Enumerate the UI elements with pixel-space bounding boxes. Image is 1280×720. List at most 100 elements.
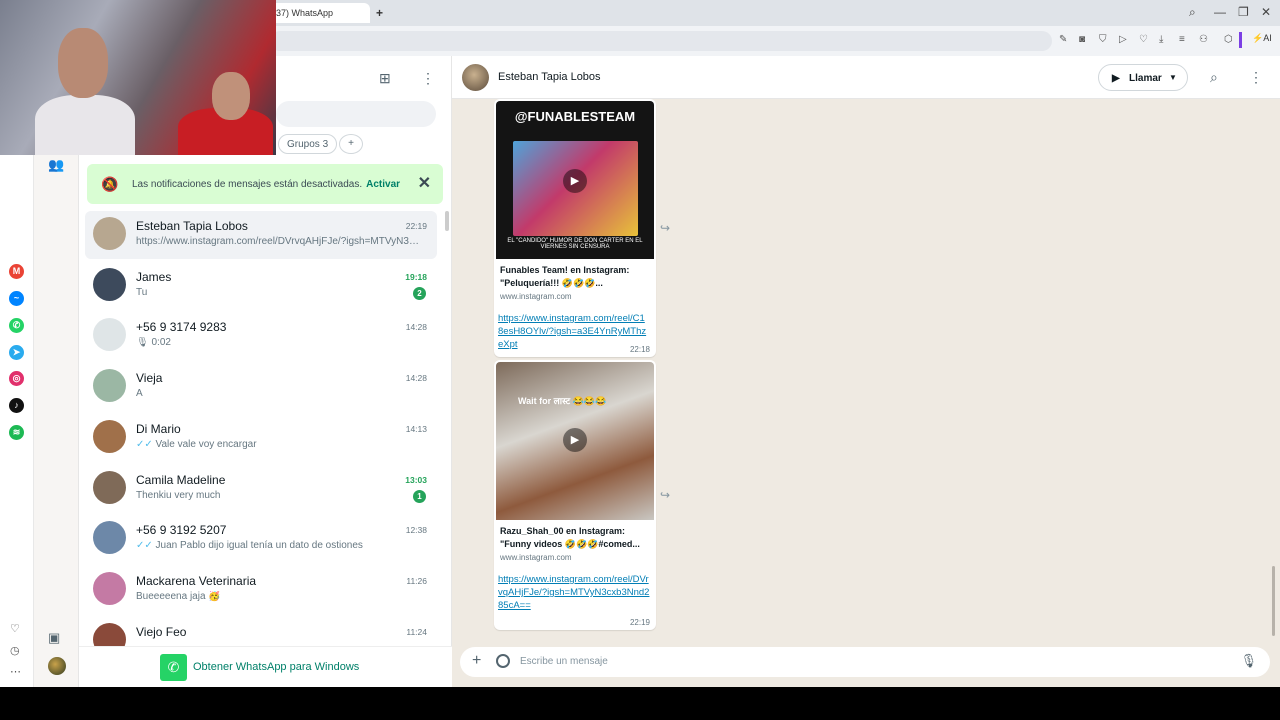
chat-preview: Thenkiu very much (136, 490, 422, 501)
chat-time: 13:03 (405, 474, 427, 485)
chat-avatar[interactable] (93, 267, 126, 301)
chat-avatar[interactable] (93, 318, 126, 352)
new-tab-button[interactable]: + (376, 6, 383, 20)
menu-list-icon[interactable]: ≡ (1179, 34, 1185, 45)
activate-link[interactable]: Activar (366, 179, 400, 190)
telegram-icon[interactable]: ➤ (9, 345, 24, 360)
microphone-icon[interactable]: 🎙 (1240, 653, 1257, 669)
emoji-icon[interactable] (496, 654, 510, 668)
forward-icon[interactable]: ↪ (660, 221, 670, 235)
conversation-header[interactable]: Esteban Tapia Lobos ▶ Llamar ▼ ⌕ ⋮ (452, 56, 1280, 99)
profile-icon[interactable]: ⚇ (1199, 34, 1208, 45)
play-icon[interactable]: ▶ (563, 169, 587, 193)
play-icon[interactable]: ▷ (1119, 34, 1127, 45)
thumbnail-caption: Wait for लास्ट 😂😂😂 (518, 396, 607, 406)
screen: 37) WhatsApp + ⌕ — ❐ ✕ ✎ ◙ ⛉ ▷ ♡ ⤓ ≡ ⚇ ⬡… (0, 0, 1280, 720)
chat-avatar[interactable] (93, 521, 126, 555)
conversation-panel: Esteban Tapia Lobos ▶ Llamar ▼ ⌕ ⋮ @FUNA… (452, 56, 1280, 687)
search-icon[interactable]: ⌕ (1210, 69, 1218, 86)
forward-icon[interactable]: ↪ (660, 488, 670, 502)
spotify-icon[interactable]: ≋ (9, 425, 24, 440)
chat-preview-text: Vale vale voy encargar (155, 438, 257, 450)
person-right-face (212, 72, 250, 120)
video-thumbnail[interactable]: @FUNABLESTEAM ▶ EL "CANDIDO" HUMOR DE DO… (496, 101, 654, 259)
link-preview-title[interactable]: Funables Team! en Instagram: "Peluquería… (500, 264, 650, 290)
link-preview-title[interactable]: Razu_Shah_00 en Instagram: "Funny videos… (500, 525, 650, 551)
messenger-icon[interactable]: ~ (9, 291, 24, 306)
unread-badge: 2 (413, 286, 426, 300)
whatsapp-icon[interactable]: ✆ (9, 318, 24, 333)
gmail-icon[interactable]: M (9, 264, 24, 279)
media-icon[interactable]: ▣ (48, 630, 60, 646)
edit-icon[interactable]: ✎ (1059, 34, 1067, 45)
camera-icon[interactable]: ◙ (1079, 34, 1085, 45)
heart-icon[interactable]: ♡ (1139, 34, 1148, 45)
ai-button[interactable]: ⚡AI (1252, 33, 1272, 44)
chat-row[interactable]: +56 9 3174 9283 🎙 0:02 14:28 (85, 312, 437, 360)
link-preview-domain: www.instagram.com (500, 553, 572, 562)
history-icon[interactable]: ◷ (10, 644, 20, 657)
chat-preview: A (136, 388, 422, 399)
shield-icon[interactable]: ⛉ (1099, 34, 1107, 45)
conversation-scrollbar[interactable] (1272, 566, 1275, 636)
chat-name: Di Mario (136, 421, 181, 436)
thumbnail-caption: EL "CANDIDO" HUMOR DE DON CARTER EN EL V… (507, 238, 643, 250)
menu-icon[interactable]: ⋮ (1249, 69, 1263, 86)
chat-row[interactable]: Di Mario ✓✓ Vale vale voy encargar 14:13 (85, 414, 437, 462)
chat-row[interactable]: Vieja A 14:28 (85, 363, 437, 411)
attach-icon[interactable]: + (472, 652, 481, 670)
chat-avatar[interactable] (93, 419, 126, 453)
browser-sidebar: M ~ ✆ ➤ ◎ ♪ ≋ ♡ ◷ ⋯ (0, 155, 34, 687)
search-input[interactable] (276, 101, 436, 127)
filter-chip-groups[interactable]: Grupos 3 (278, 134, 338, 154)
chat-row[interactable]: Mackarena Veterinaria Bueeeeena jaja 🥳 11:… (85, 566, 437, 614)
contact-avatar[interactable] (462, 64, 489, 91)
play-icon[interactable]: ▶ (563, 428, 587, 452)
more-icon[interactable]: ⋯ (10, 665, 21, 678)
chat-row[interactable]: James Tu 19:18 2 (85, 262, 437, 310)
voice-note-icon: 🎙 (136, 337, 149, 349)
call-button[interactable]: ▶ Llamar ▼ (1098, 64, 1188, 91)
chat-avatar[interactable] (93, 470, 126, 504)
video-thumbnail[interactable]: Wait for लास्ट 😂😂😂 ▶ (496, 362, 654, 520)
download-icon[interactable]: ⤓ (1159, 34, 1163, 45)
tiktok-icon[interactable]: ♪ (9, 398, 24, 413)
menu-icon[interactable]: ⋮ (421, 70, 435, 87)
new-chat-icon[interactable]: ⊞ (379, 70, 391, 87)
message-bubble[interactable]: @FUNABLESTEAM ▶ EL "CANDIDO" HUMOR DE DO… (494, 99, 656, 357)
chat-preview-text: Tu (136, 286, 148, 298)
chat-list-scrollbar[interactable] (445, 211, 449, 231)
restore-icon[interactable]: ❐ (1238, 5, 1249, 19)
chat-preview: https://www.instagram.com/reel/DVrvqAHjF… (136, 236, 422, 247)
message-input[interactable]: Escribe un mensaje (520, 656, 608, 667)
address-bar[interactable] (270, 31, 1052, 51)
chat-row[interactable]: +56 9 3192 5207 ✓✓ Juan Pablo dijo igual … (85, 515, 437, 563)
message-bubble[interactable]: Wait for लास्ट 😂😂😂 ▶ Razu_Shah_00 en Ins… (494, 360, 656, 630)
chat-avatar[interactable] (93, 369, 126, 403)
chat-row[interactable]: Esteban Tapia Lobos https://www.instagram… (85, 211, 437, 259)
get-whatsapp-banner[interactable]: ✆ Obtener WhatsApp para Windows (79, 646, 452, 687)
add-filter-button[interactable]: + (339, 134, 363, 154)
instagram-icon[interactable]: ◎ (9, 371, 24, 386)
favorites-icon[interactable]: ♡ (10, 622, 20, 635)
communities-icon[interactable]: 👥 (48, 157, 64, 173)
browser-tab[interactable]: 37) WhatsApp (270, 3, 370, 23)
notification-banner: 🔕 Las notificaciones de mensajes están d… (87, 164, 443, 204)
chat-avatar[interactable] (93, 571, 126, 605)
message-link[interactable]: https://www.instagram.com/reel/C18esH8OY… (498, 312, 650, 351)
search-tabs-icon[interactable]: ⌕ (1189, 5, 1196, 20)
chat-time: 14:28 (405, 373, 427, 384)
chat-preview: Bueeeeena jaja 🥳 (136, 591, 422, 602)
chat-avatar[interactable] (93, 217, 126, 250)
close-window-icon[interactable]: ✕ (1261, 5, 1271, 19)
chat-row[interactable]: Camila Madeline Thenkiu very much 13:03 1 (85, 465, 437, 513)
message-link[interactable]: https://www.instagram.com/reel/DVrvqAHjF… (498, 573, 650, 612)
close-icon[interactable]: ✕ (418, 173, 431, 193)
my-avatar[interactable] (48, 657, 66, 675)
link-preview-domain: www.instagram.com (500, 292, 572, 301)
contact-name[interactable]: Esteban Tapia Lobos (498, 71, 601, 83)
extensions-icon[interactable]: ⬡ (1224, 34, 1233, 45)
thumbnail-brand: @FUNABLESTEAM (514, 109, 636, 124)
get-whatsapp-link[interactable]: Obtener WhatsApp para Windows (193, 661, 359, 673)
minimize-icon[interactable]: — (1214, 5, 1226, 19)
